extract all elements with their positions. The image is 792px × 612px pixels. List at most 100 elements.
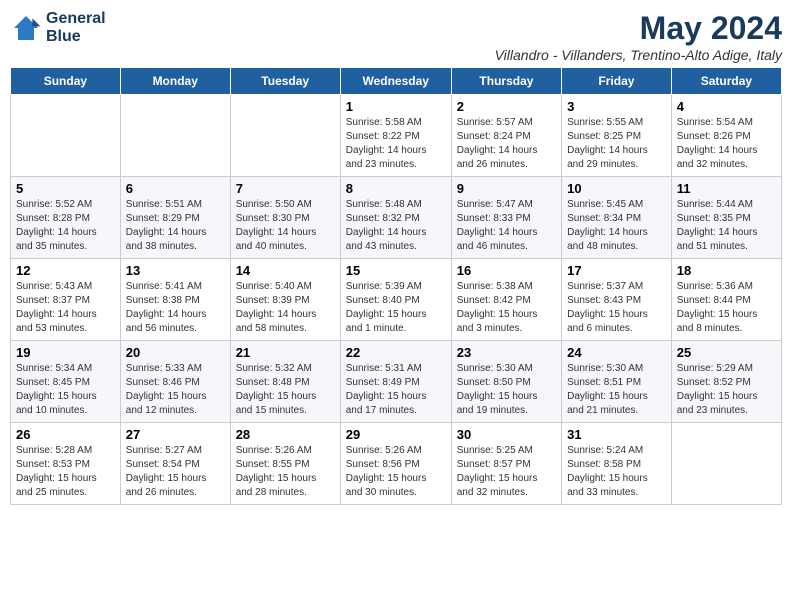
cell-date-number: 30: [457, 427, 556, 442]
cell-info: Sunrise: 5:31 AM Sunset: 8:49 PM Dayligh…: [346, 362, 446, 418]
calendar-cell: 12Sunrise: 5:43 AM Sunset: 8:37 PM Dayli…: [11, 259, 121, 341]
calendar-cell: 9Sunrise: 5:47 AM Sunset: 8:33 PM Daylig…: [451, 177, 561, 259]
cell-date-number: 28: [236, 427, 335, 442]
cell-date-number: 12: [16, 263, 115, 278]
cell-date-number: 19: [16, 345, 115, 360]
cell-date-number: 2: [457, 99, 556, 114]
cell-date-number: 20: [126, 345, 225, 360]
cell-date-number: 13: [126, 263, 225, 278]
calendar-body: 1 Sunrise: 5:58 AM Sunset: 8:22 PM Daylig…: [11, 95, 782, 505]
cell-info: Sunrise: 5:58 AM Sunset: 8:22 PM Dayligh…: [346, 116, 446, 172]
cell-info: Sunrise: 5:54 AM Sunset: 8:26 PM Dayligh…: [677, 116, 776, 172]
cell-info: Sunrise: 5:26 AM Sunset: 8:56 PM Dayligh…: [346, 444, 446, 500]
calendar-cell: [230, 95, 340, 177]
calendar-cell: 11 Sunrise: 5:44 AM Sunset: 8:35 PM Dayli…: [671, 177, 781, 259]
cell-info: Sunrise: 5:55 AM Sunset: 8:25 PM Dayligh…: [567, 116, 666, 172]
cell-date-number: 15: [346, 263, 446, 278]
logo-line2: Blue: [46, 28, 106, 46]
cell-info: Sunrise: 5:29 AM Sunset: 8:52 PM Dayligh…: [677, 362, 776, 418]
calendar-cell: [671, 423, 781, 505]
page-header: General Blue May 2024 Villandro - Villan…: [10, 10, 782, 63]
week-row-1: 1 Sunrise: 5:58 AM Sunset: 8:22 PM Daylig…: [11, 95, 782, 177]
cell-date-number: 6: [126, 181, 225, 196]
cell-info: Sunrise: 5:30 AM Sunset: 8:50 PM Dayligh…: [457, 362, 556, 418]
cell-date-number: 26: [16, 427, 115, 442]
calendar-cell: 27 Sunrise: 5:27 AM Sunset: 8:54 PM Dayli…: [120, 423, 230, 505]
cell-info: Sunrise: 5:40 AM Sunset: 8:39 PM Dayligh…: [236, 280, 335, 336]
cell-date-number: 25: [677, 345, 776, 360]
calendar-cell: 18 Sunrise: 5:36 AM Sunset: 8:44 PM Dayli…: [671, 259, 781, 341]
day-header-wednesday: Wednesday: [340, 68, 451, 95]
cell-date-number: 11: [677, 181, 776, 196]
calendar-cell: 7 Sunrise: 5:50 AM Sunset: 8:30 PM Daylig…: [230, 177, 340, 259]
day-header-tuesday: Tuesday: [230, 68, 340, 95]
cell-date-number: 23: [457, 345, 556, 360]
calendar-cell: [11, 95, 121, 177]
day-header-monday: Monday: [120, 68, 230, 95]
calendar-cell: 20Sunrise: 5:33 AM Sunset: 8:46 PM Dayli…: [120, 341, 230, 423]
cell-date-number: 7: [236, 181, 335, 196]
cell-info: Sunrise: 5:38 AM Sunset: 8:42 PM Dayligh…: [457, 280, 556, 336]
cell-info: Sunrise: 5:41 AM Sunset: 8:38 PM Dayligh…: [126, 280, 225, 336]
week-row-3: 12Sunrise: 5:43 AM Sunset: 8:37 PM Dayli…: [11, 259, 782, 341]
calendar-cell: 31 Sunrise: 5:24 AM Sunset: 8:58 PM Dayli…: [562, 423, 672, 505]
calendar-cell: 23 Sunrise: 5:30 AM Sunset: 8:50 PM Dayli…: [451, 341, 561, 423]
cell-date-number: 17: [567, 263, 666, 278]
cell-info: Sunrise: 5:51 AM Sunset: 8:29 PM Dayligh…: [126, 198, 225, 254]
cell-date-number: 14: [236, 263, 335, 278]
calendar-cell: 25 Sunrise: 5:29 AM Sunset: 8:52 PM Dayli…: [671, 341, 781, 423]
cell-info: Sunrise: 5:27 AM Sunset: 8:54 PM Dayligh…: [126, 444, 225, 500]
cell-info: Sunrise: 5:26 AM Sunset: 8:55 PM Dayligh…: [236, 444, 335, 500]
cell-info: Sunrise: 5:36 AM Sunset: 8:44 PM Dayligh…: [677, 280, 776, 336]
calendar-cell: 13 Sunrise: 5:41 AM Sunset: 8:38 PM Dayli…: [120, 259, 230, 341]
day-header-friday: Friday: [562, 68, 672, 95]
cell-date-number: 21: [236, 345, 335, 360]
cell-date-number: 31: [567, 427, 666, 442]
cell-info: Sunrise: 5:25 AM Sunset: 8:57 PM Dayligh…: [457, 444, 556, 500]
subtitle: Villandro - Villanders, Trentino-Alto Ad…: [495, 47, 782, 63]
calendar-cell: 19 Sunrise: 5:34 AM Sunset: 8:45 PM Dayli…: [11, 341, 121, 423]
calendar-cell: 22 Sunrise: 5:31 AM Sunset: 8:49 PM Dayli…: [340, 341, 451, 423]
cell-date-number: 1: [346, 99, 446, 114]
cell-info: Sunrise: 5:37 AM Sunset: 8:43 PM Dayligh…: [567, 280, 666, 336]
cell-info: Sunrise: 5:32 AM Sunset: 8:48 PM Dayligh…: [236, 362, 335, 418]
cell-info: Sunrise: 5:45 AM Sunset: 8:34 PM Dayligh…: [567, 198, 666, 254]
cell-date-number: 22: [346, 345, 446, 360]
cell-info: Sunrise: 5:47 AM Sunset: 8:33 PM Dayligh…: [457, 198, 556, 254]
cell-date-number: 8: [346, 181, 446, 196]
cell-date-number: 18: [677, 263, 776, 278]
cell-info: Sunrise: 5:50 AM Sunset: 8:30 PM Dayligh…: [236, 198, 335, 254]
logo-text: General Blue: [46, 10, 106, 45]
cell-info: Sunrise: 5:28 AM Sunset: 8:53 PM Dayligh…: [16, 444, 115, 500]
calendar-cell: 4Sunrise: 5:54 AM Sunset: 8:26 PM Daylig…: [671, 95, 781, 177]
cell-date-number: 3: [567, 99, 666, 114]
cell-date-number: 10: [567, 181, 666, 196]
calendar-cell: [120, 95, 230, 177]
day-header-saturday: Saturday: [671, 68, 781, 95]
week-row-4: 19 Sunrise: 5:34 AM Sunset: 8:45 PM Dayli…: [11, 341, 782, 423]
calendar-cell: 1 Sunrise: 5:58 AM Sunset: 8:22 PM Daylig…: [340, 95, 451, 177]
week-row-2: 5Sunrise: 5:52 AM Sunset: 8:28 PM Daylig…: [11, 177, 782, 259]
calendar-cell: 16 Sunrise: 5:38 AM Sunset: 8:42 PM Dayli…: [451, 259, 561, 341]
calendar-cell: 29Sunrise: 5:26 AM Sunset: 8:56 PM Dayli…: [340, 423, 451, 505]
calendar-cell: 14 Sunrise: 5:40 AM Sunset: 8:39 PM Dayli…: [230, 259, 340, 341]
cell-date-number: 16: [457, 263, 556, 278]
cell-date-number: 27: [126, 427, 225, 442]
calendar-cell: 30 Sunrise: 5:25 AM Sunset: 8:57 PM Dayli…: [451, 423, 561, 505]
calendar-cell: 5Sunrise: 5:52 AM Sunset: 8:28 PM Daylig…: [11, 177, 121, 259]
calendar-cell: 2Sunrise: 5:57 AM Sunset: 8:24 PM Daylig…: [451, 95, 561, 177]
calendar-cell: 10 Sunrise: 5:45 AM Sunset: 8:34 PM Dayli…: [562, 177, 672, 259]
cell-info: Sunrise: 5:34 AM Sunset: 8:45 PM Dayligh…: [16, 362, 115, 418]
cell-info: Sunrise: 5:44 AM Sunset: 8:35 PM Dayligh…: [677, 198, 776, 254]
cell-info: Sunrise: 5:30 AM Sunset: 8:51 PM Dayligh…: [567, 362, 666, 418]
calendar-cell: 15Sunrise: 5:39 AM Sunset: 8:40 PM Dayli…: [340, 259, 451, 341]
cell-info: Sunrise: 5:24 AM Sunset: 8:58 PM Dayligh…: [567, 444, 666, 500]
calendar-cell: 24Sunrise: 5:30 AM Sunset: 8:51 PM Dayli…: [562, 341, 672, 423]
day-header-sunday: Sunday: [11, 68, 121, 95]
calendar-cell: 8Sunrise: 5:48 AM Sunset: 8:32 PM Daylig…: [340, 177, 451, 259]
calendar-cell: 21 Sunrise: 5:32 AM Sunset: 8:48 PM Dayli…: [230, 341, 340, 423]
main-title: May 2024: [495, 10, 782, 47]
cell-date-number: 5: [16, 181, 115, 196]
calendar-cell: 6 Sunrise: 5:51 AM Sunset: 8:29 PM Daylig…: [120, 177, 230, 259]
logo-line1: General: [46, 10, 106, 28]
